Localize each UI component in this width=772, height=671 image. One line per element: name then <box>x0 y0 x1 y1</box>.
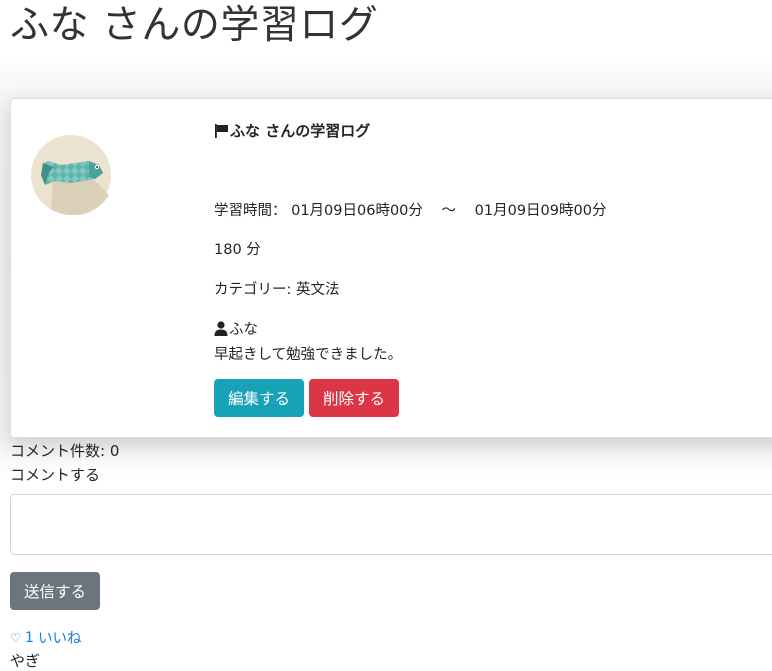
card-title: ふな さんの学習ログ <box>214 120 370 141</box>
edit-button[interactable]: 編集する <box>214 379 304 417</box>
like-label: いいね <box>38 631 82 647</box>
author: ふな <box>214 318 258 339</box>
author-name: ふな <box>229 322 258 338</box>
page-title: ふな さんの学習ログ <box>10 3 379 48</box>
study-minutes: 180 分 <box>214 242 261 258</box>
fish-avatar-icon <box>31 135 111 216</box>
avatar <box>31 135 111 216</box>
log-note: 早起きして勉強できました。 <box>214 347 403 363</box>
comment-input[interactable] <box>10 494 772 555</box>
log-card: ふな さんの学習ログ 学習時間： 01月09日06時00分 〜 01月09日09… <box>10 98 772 438</box>
flag-icon <box>214 123 229 139</box>
study-time-end: 01月09日09時00分 <box>474 203 607 219</box>
card-title-text: ふな さんの学習ログ <box>230 122 371 140</box>
study-time-separator: 〜 <box>441 203 457 219</box>
study-time-label: 学習時間： <box>214 203 287 219</box>
send-button[interactable]: 送信する <box>10 572 100 610</box>
delete-button[interactable]: 削除する <box>309 379 399 417</box>
like-link[interactable]: ♡ 1 いいね <box>10 627 82 648</box>
comment-count: コメント件数: 0 <box>10 442 120 460</box>
user-icon <box>214 321 228 336</box>
comment-form-label: コメントする <box>10 466 101 484</box>
study-time-start: 01月09日06時00分 <box>291 203 423 219</box>
like-count: 1 <box>24 629 34 646</box>
category: カテゴリー: 英文法 <box>214 282 340 298</box>
study-time: 学習時間： 01月09日06時00分 〜 01月09日09時00分 <box>214 199 606 220</box>
heart-icon: ♡ <box>10 630 21 645</box>
